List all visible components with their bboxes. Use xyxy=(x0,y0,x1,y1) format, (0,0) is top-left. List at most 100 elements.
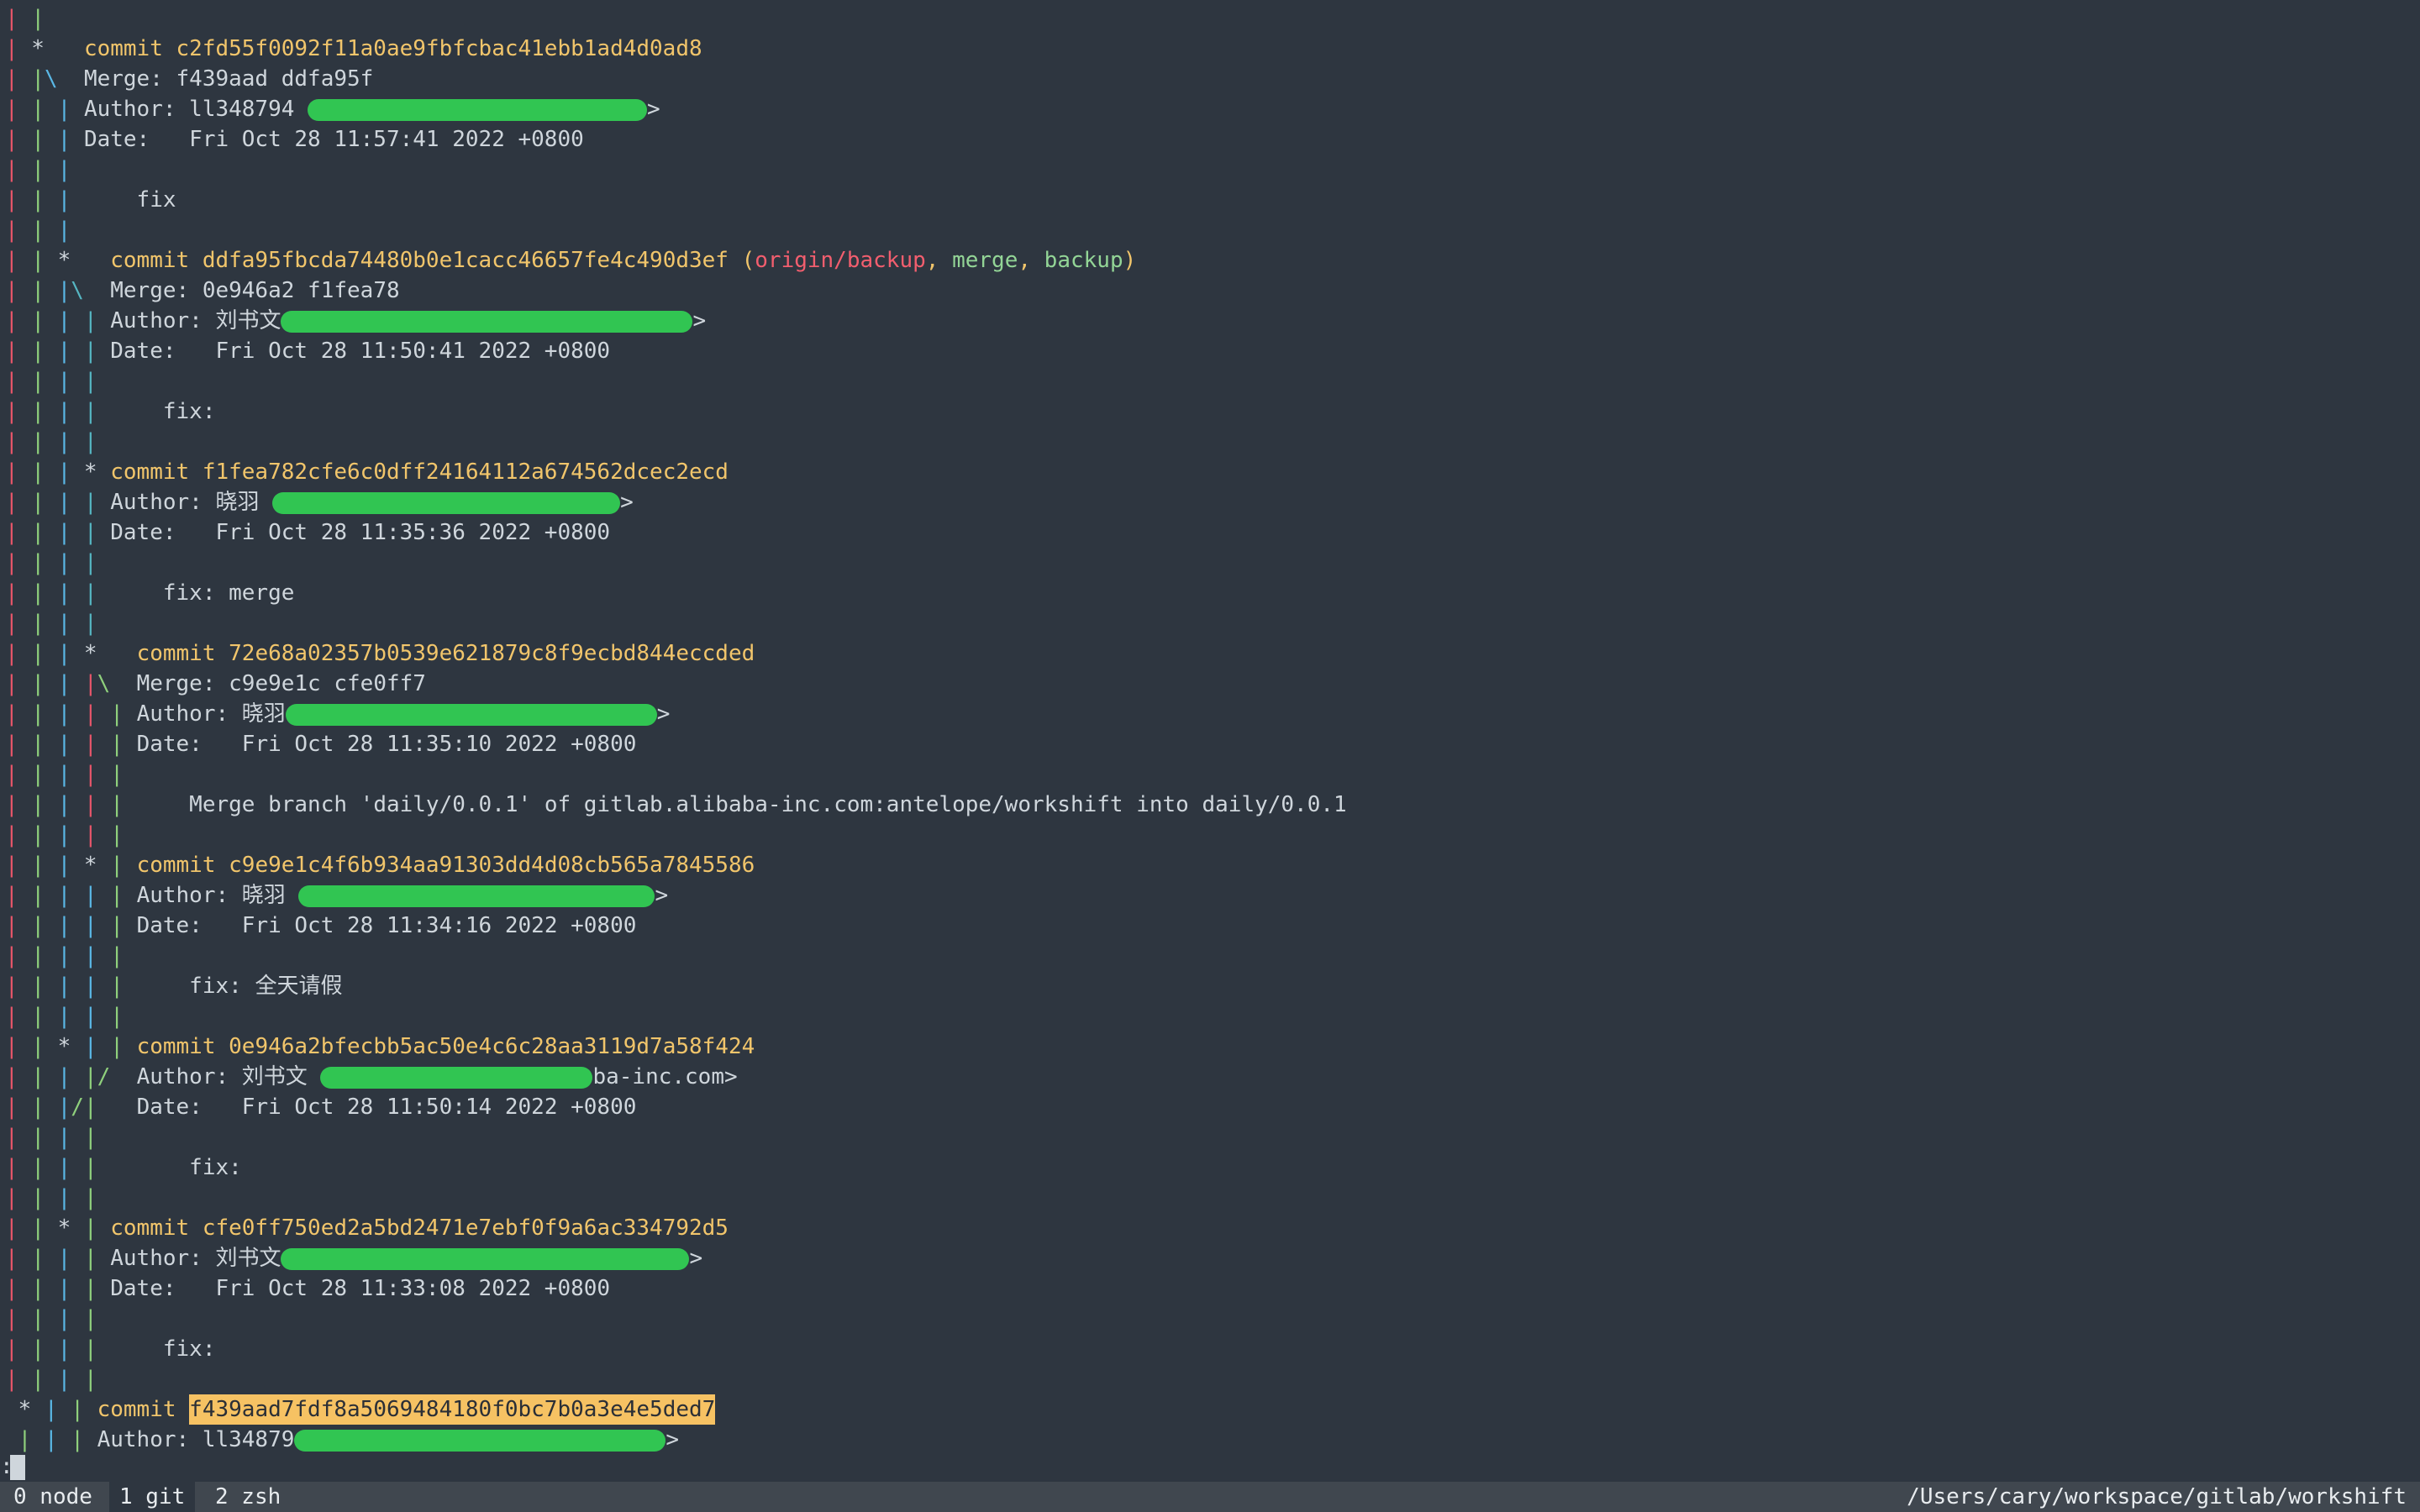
tmux-window-git[interactable]: 1 git xyxy=(109,1482,196,1512)
graph-glyph xyxy=(97,487,111,517)
cursor xyxy=(10,1455,25,1480)
graph-glyph xyxy=(124,911,137,941)
log-text: > xyxy=(620,490,634,515)
log-text: > xyxy=(692,308,707,333)
log-text: backup xyxy=(1044,248,1123,273)
log-text: Date: Fri Oct 28 11:50:41 2022 +0800 xyxy=(110,339,611,364)
graph-glyph: | xyxy=(110,792,124,817)
graph-glyph: | xyxy=(31,127,45,152)
graph-glyph: | xyxy=(83,701,97,727)
log-text: fix: merge xyxy=(110,580,295,606)
graph-glyph: | xyxy=(5,641,18,666)
log-line: | | | | \ Merge: c9e9e1c cfe0ff7 xyxy=(0,669,2420,699)
graph-glyph: | xyxy=(83,792,97,817)
pager-prompt[interactable]: : xyxy=(0,1452,34,1482)
log-text: Author: 晓羽 xyxy=(136,883,299,908)
graph-glyph xyxy=(18,3,32,34)
graph-glyph: | xyxy=(5,1215,18,1241)
log-line: | | | | xyxy=(0,1304,2420,1334)
graph-glyph: | xyxy=(31,641,45,666)
graph-glyph: | xyxy=(57,1367,71,1392)
graph-glyph: | xyxy=(5,97,18,122)
graph-glyph xyxy=(45,1062,58,1092)
log-text: Merge branch 'daily/0.0.1' of gitlab.ali… xyxy=(136,792,1347,817)
graph-glyph xyxy=(45,911,58,941)
graph-glyph: | xyxy=(31,1095,45,1120)
git-log-terminal[interactable]: | | | * commit c2fd55f0092f11a0ae9fbfcbac… xyxy=(0,0,2420,1482)
graph-glyph xyxy=(97,729,111,759)
graph-glyph xyxy=(45,790,58,820)
graph-glyph xyxy=(18,1183,32,1213)
graph-glyph: | xyxy=(31,1034,45,1059)
tmux-window-node[interactable]: 0 node xyxy=(3,1482,103,1512)
graph-glyph xyxy=(97,1243,111,1273)
graph-glyph: | xyxy=(31,429,45,454)
graph-glyph xyxy=(18,638,32,669)
graph-glyph xyxy=(71,306,84,336)
log-line: | | | | | Author: 晓羽 > xyxy=(0,880,2420,911)
log-line: | | | | Author: 晓羽 > xyxy=(0,487,2420,517)
graph-glyph xyxy=(18,487,32,517)
graph-glyph: | xyxy=(83,520,97,545)
redaction-mark xyxy=(281,1248,690,1270)
graph-glyph: | xyxy=(31,1246,45,1271)
graph-glyph xyxy=(124,699,137,729)
graph-glyph: * xyxy=(44,1034,84,1059)
graph-glyph xyxy=(97,880,111,911)
tmux-window-zsh[interactable]: 2 zsh xyxy=(205,1482,291,1512)
graph-glyph: | xyxy=(5,1336,18,1362)
graph-glyph: | xyxy=(57,1125,71,1150)
graph-glyph: | xyxy=(57,187,71,213)
log-line: | | | | Author: 刘书文 > xyxy=(0,306,2420,336)
graph-glyph xyxy=(45,669,58,699)
graph-glyph xyxy=(18,1032,32,1062)
graph-glyph: | xyxy=(31,187,45,213)
graph-glyph: * xyxy=(5,1397,45,1422)
graph-glyph: | xyxy=(5,1276,18,1301)
graph-glyph: | xyxy=(110,1034,124,1059)
graph-glyph: | xyxy=(57,974,71,999)
graph-glyph xyxy=(18,366,32,396)
graph-glyph: | xyxy=(83,1246,97,1271)
graph-glyph: \ xyxy=(44,66,58,92)
graph-glyph xyxy=(18,124,32,155)
graph-glyph: | xyxy=(57,671,71,696)
graph-glyph: | xyxy=(31,1306,45,1331)
graph-glyph: | xyxy=(5,792,18,817)
graph-glyph xyxy=(18,790,32,820)
graph-glyph: | xyxy=(57,490,71,515)
graph-glyph: | xyxy=(5,1004,18,1029)
graph-glyph: | xyxy=(57,853,71,878)
graph-glyph xyxy=(97,1152,137,1183)
graph-glyph: | xyxy=(5,701,18,727)
graph-glyph xyxy=(97,306,111,336)
graph-glyph xyxy=(45,457,58,487)
graph-glyph: | xyxy=(57,701,71,727)
graph-glyph: | xyxy=(110,883,124,908)
graph-glyph: | xyxy=(5,429,18,454)
redaction-mark xyxy=(308,99,648,121)
graph-glyph xyxy=(45,1334,58,1364)
log-line: | | | Author: ll348794 > xyxy=(0,94,2420,124)
graph-glyph xyxy=(45,1183,58,1213)
graph-glyph xyxy=(45,759,58,790)
graph-glyph xyxy=(45,487,58,517)
graph-glyph xyxy=(45,1364,58,1394)
graph-glyph xyxy=(71,911,84,941)
graph-glyph xyxy=(110,669,136,699)
graph-glyph: | xyxy=(5,127,18,152)
graph-glyph: | xyxy=(83,913,97,938)
graph-glyph xyxy=(97,1334,111,1364)
graph-glyph: | xyxy=(31,550,45,575)
graph-glyph: | xyxy=(31,762,45,787)
graph-glyph xyxy=(71,1304,84,1334)
graph-glyph: | xyxy=(31,1185,45,1210)
graph-glyph: | xyxy=(57,1155,71,1180)
graph-glyph: | xyxy=(57,1095,71,1120)
log-line: | | * commit ddfa95fbcda74480b0e1cacc466… xyxy=(0,245,2420,276)
graph-glyph: | xyxy=(57,399,71,424)
graph-glyph xyxy=(45,1273,58,1304)
graph-glyph xyxy=(97,1213,111,1243)
graph-glyph xyxy=(71,94,84,124)
log-text: fix: xyxy=(110,1336,216,1362)
